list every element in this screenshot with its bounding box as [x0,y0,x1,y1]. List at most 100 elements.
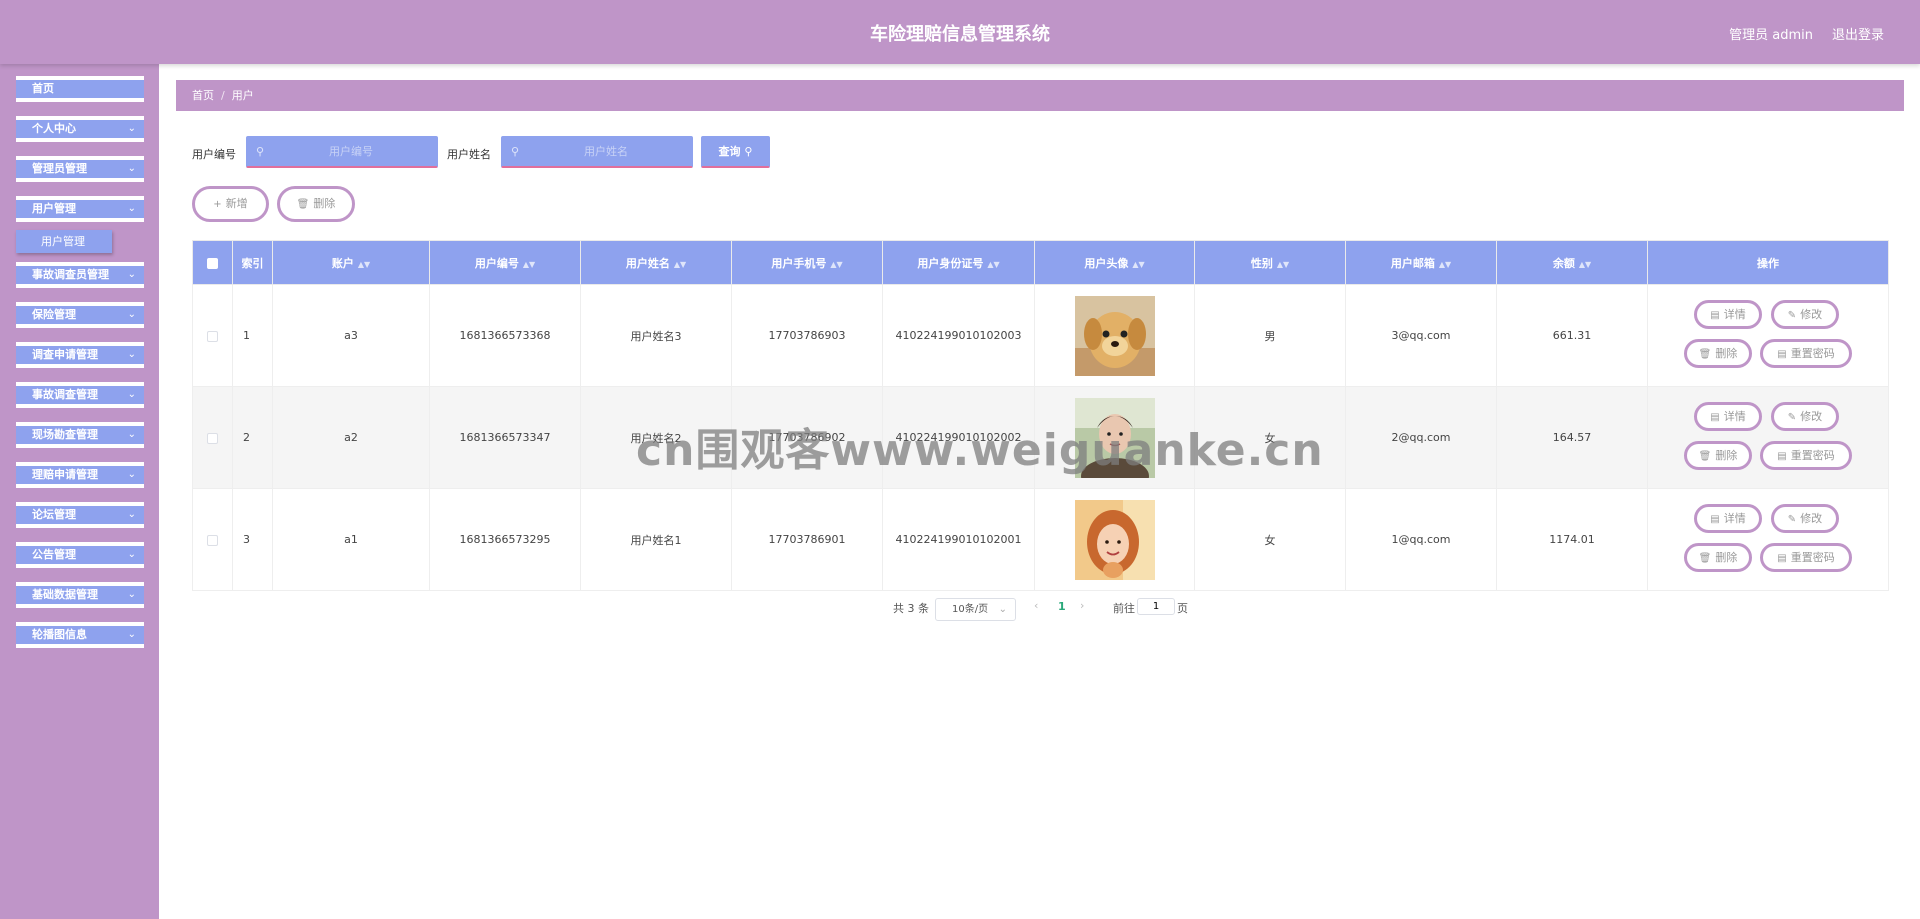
cell-gender: 男 [1194,284,1346,387]
submenu-item-user-management[interactable]: 用户管理 [16,230,112,253]
sidebar-item-label: 现场勘查管理 [32,428,98,441]
detail-button[interactable]: ▤ 详情 [1694,402,1762,431]
sidebar-item-forum-management[interactable]: 论坛管理 ⌄ [16,502,144,528]
cell-balance: 661.31 [1496,284,1648,387]
sort-icon[interactable]: ▲▼ [674,260,686,269]
cell-email: 1@qq.com [1345,488,1497,591]
table-row: 1 a3 1681366573368 用户姓名3 17703786903 410… [192,284,1889,387]
select-all-checkbox[interactable] [207,257,218,269]
search-icon: ⚲ [511,145,520,158]
page-size-value: 10条/页 [952,604,989,615]
row-checkbox[interactable] [207,534,218,546]
sidebar-item-label: 轮播图信息 [32,628,87,641]
document-icon: ▤ [1710,412,1720,423]
row-checkbox[interactable] [207,330,218,342]
sidebar-item-insurance-management[interactable]: 保险管理 ⌄ [16,302,144,328]
chevron-left-icon[interactable]: ‹ [1034,599,1038,612]
sidebar-item-user-management[interactable]: 用户管理 ⌄ [16,196,144,222]
column-header-balance[interactable]: 余额 ▲▼ [1496,240,1648,285]
row-checkbox[interactable] [207,432,218,444]
logout-link[interactable]: 退出登录 [1832,24,1884,43]
cell-gender: 女 [1194,488,1346,591]
add-button[interactable]: + 新增 [192,186,269,222]
reset-password-button[interactable]: ▤ 重置密码 [1760,543,1852,572]
cell-balance: 164.57 [1496,386,1648,489]
user-name-field[interactable]: ⚲ [501,136,693,168]
sidebar-item-accident-investigation[interactable]: 事故调查管理 ⌄ [16,382,144,408]
chevron-down-icon: ⌄ [127,269,136,280]
sidebar-item-label: 调查申请管理 [32,348,98,361]
column-header-gender[interactable]: 性别 ▲▼ [1194,240,1346,285]
column-header-user-no[interactable]: 用户编号 ▲▼ [429,240,581,285]
page-size-select[interactable]: 10条/页 ⌄ [935,598,1016,621]
sidebar-item-site-survey[interactable]: 现场勘查管理 ⌄ [16,422,144,448]
batch-delete-button[interactable]: 🗑 删除 [277,186,355,222]
column-header-id-card[interactable]: 用户身份证号 ▲▼ [882,240,1035,285]
sidebar-item-home[interactable]: 首页 [16,76,144,102]
sidebar-item-label: 用户管理 [32,202,76,215]
detail-button[interactable]: ▤ 详情 [1694,504,1762,533]
reset-password-button[interactable]: ▤ 重置密码 [1760,441,1852,470]
avatar-image-puppy[interactable] [1074,295,1155,376]
table-header-row: 索引 账户 ▲▼ 用户编号 ▲▼ 用户姓名 ▲▼ 用户手机号 ▲▼ 用户身份证号 ▲▼ 用… [192,240,1889,285]
sidebar-item-investigation-application[interactable]: 调查申请管理 ⌄ [16,342,144,368]
sort-icon[interactable]: ▲▼ [1579,260,1591,269]
cell-phone: 17703786903 [731,284,883,387]
edit-button[interactable]: ✎ 修改 [1771,504,1839,533]
edit-button[interactable]: ✎ 修改 [1771,300,1839,329]
goto-page-input[interactable] [1137,598,1175,615]
row-select-cell[interactable] [192,488,233,591]
edit-button[interactable]: ✎ 修改 [1771,402,1839,431]
sort-icon[interactable]: ▲▼ [830,260,842,269]
user-no-input[interactable] [271,137,431,166]
cell-avatar [1034,284,1195,387]
delete-button[interactable]: 🗑 删除 [1684,441,1752,470]
column-header-email[interactable]: 用户邮箱 ▲▼ [1345,240,1497,285]
chevron-down-icon: ⌄ [127,203,136,214]
user-name-input[interactable] [526,137,686,166]
pagination-page-1[interactable]: 1 [1058,600,1066,613]
row-select-cell[interactable] [192,284,233,387]
breadcrumb-current: 用户 [231,89,254,102]
sidebar-item-label: 事故调查员管理 [32,268,109,281]
cell-user-no: 1681366573368 [429,284,581,387]
cell-email: 3@qq.com [1345,284,1497,387]
column-header-phone[interactable]: 用户手机号 ▲▼ [731,240,883,285]
trash-icon: 🗑 [1698,451,1712,462]
query-button[interactable]: 查询 ⚲ [701,136,770,168]
sort-icon[interactable]: ▲▼ [1439,260,1451,269]
chevron-right-icon[interactable]: › [1080,599,1084,612]
select-all-cell[interactable] [192,240,233,285]
sidebar-item-investigator-management[interactable]: 事故调查员管理 ⌄ [16,262,144,288]
sort-icon[interactable]: ▲▼ [523,260,535,269]
chevron-down-icon: ⌄ [127,629,136,640]
sort-icon[interactable]: ▲▼ [1132,260,1144,269]
cell-account: a1 [272,488,430,591]
delete-button[interactable]: 🗑 删除 [1684,339,1752,368]
sidebar-item-basic-data[interactable]: 基础数据管理 ⌄ [16,582,144,608]
avatar-image-woman[interactable] [1074,499,1155,580]
sidebar-item-personal-center[interactable]: 个人中心 ⌄ [16,116,144,142]
row-select-cell[interactable] [192,386,233,489]
document-icon: ▤ [1777,349,1787,360]
breadcrumb-home[interactable]: 首页 [192,89,214,102]
cell-user-no: 1681366573347 [429,386,581,489]
column-header-user-name[interactable]: 用户姓名 ▲▼ [580,240,732,285]
pencil-icon: ✎ [1787,310,1797,321]
sidebar-item-notice-management[interactable]: 公告管理 ⌄ [16,542,144,568]
user-no-field[interactable]: ⚲ [246,136,438,168]
reset-password-button[interactable]: ▤ 重置密码 [1760,339,1852,368]
sort-icon[interactable]: ▲▼ [1277,260,1289,269]
search-icon: ⚲ [256,145,265,158]
column-header-account[interactable]: 账户 ▲▼ [272,240,430,285]
sidebar-item-admin-management[interactable]: 管理员管理 ⌄ [16,156,144,182]
sort-icon[interactable]: ▲▼ [987,260,999,269]
sidebar-item-carousel[interactable]: 轮播图信息 ⌄ [16,622,144,648]
column-header-avatar[interactable]: 用户头像 ▲▼ [1034,240,1195,285]
sort-icon[interactable]: ▲▼ [358,260,370,269]
cell-actions: ▤ 详情 ✎ 修改 🗑 删除 ▤ 重置密码 [1647,284,1889,387]
sidebar-item-claim-application[interactable]: 理赔申请管理 ⌄ [16,462,144,488]
plus-icon: + [213,199,222,210]
delete-button[interactable]: 🗑 删除 [1684,543,1752,572]
detail-button[interactable]: ▤ 详情 [1694,300,1762,329]
